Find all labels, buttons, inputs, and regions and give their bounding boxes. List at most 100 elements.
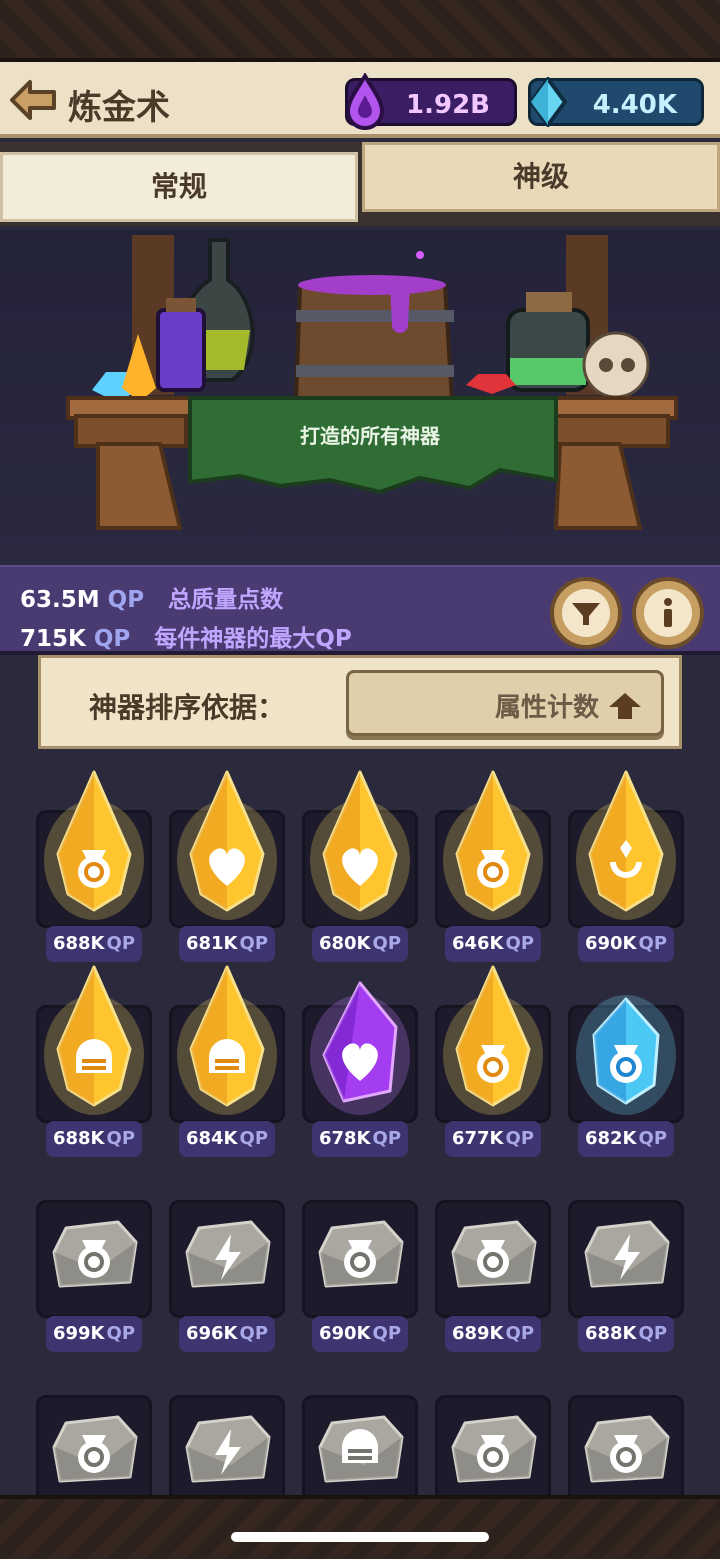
artifact-qp-badge: 699K QP: [46, 1316, 142, 1352]
artifact-item[interactable]: 690K QP: [568, 770, 684, 962]
artifact-qp-value: 677K: [451, 1128, 504, 1149]
artifact-qp-badge: 678K QP: [312, 1121, 408, 1157]
purple-currency-counter[interactable]: 1.92B: [345, 73, 517, 130]
max-qp-unit: QP: [93, 626, 131, 652]
artifact-item[interactable]: 678K QP: [302, 965, 418, 1157]
purple-artifact-gem-icon: [304, 965, 416, 1119]
tab-god[interactable]: 神级: [362, 142, 720, 212]
artifact-item[interactable]: 646K QP: [435, 770, 551, 962]
back-arrow-icon[interactable]: [8, 78, 58, 122]
stone-artifact-gem-icon: [304, 1160, 416, 1314]
artifact-qp-value: 699K: [52, 1323, 105, 1344]
artifact-qp-badge: 696K QP: [179, 1316, 275, 1352]
artifact-qp-unit: QP: [239, 1128, 269, 1149]
artifact-item[interactable]: [36, 1355, 152, 1495]
artifact-qp-badge: 682K QP: [578, 1121, 674, 1157]
filter-button[interactable]: [550, 577, 622, 649]
artifact-item[interactable]: [568, 1355, 684, 1495]
artifact-item[interactable]: 688K QP: [568, 1160, 684, 1352]
funnel-icon: [572, 603, 600, 625]
stone-artifact-gem-icon: [437, 1355, 549, 1495]
tab-common[interactable]: 常规: [0, 152, 358, 222]
stone-artifact-gem-icon: [437, 1160, 549, 1314]
page-title: 炼金术: [68, 88, 170, 128]
artifact-qp-badge: 690K QP: [578, 926, 674, 962]
artifact-item[interactable]: [302, 1355, 418, 1495]
gold-artifact-gem-icon: [38, 770, 150, 924]
artifact-qp-value: 696K: [185, 1323, 238, 1344]
artifact-qp-badge: 677K QP: [445, 1121, 541, 1157]
artifact-item[interactable]: 688K QP: [36, 770, 152, 962]
artifact-qp-unit: QP: [638, 933, 668, 954]
artifact-qp-value: 678K: [318, 1128, 371, 1149]
artifact-qp-unit: QP: [638, 1323, 668, 1344]
max-qp-value: 715K: [20, 626, 86, 652]
sort-dropdown-button[interactable]: 属性计数: [346, 670, 664, 736]
artifact-item[interactable]: 677K QP: [435, 965, 551, 1157]
artifact-qp-value: 688K: [52, 933, 105, 954]
stone-artifact-gem-icon: [570, 1355, 682, 1495]
tab-bar: 常规 神级: [0, 142, 720, 226]
artifact-item[interactable]: 689K QP: [435, 1160, 551, 1352]
gold-artifact-gem-icon: [304, 770, 416, 924]
stone-artifact-gem-icon: [38, 1355, 150, 1495]
artifact-item[interactable]: 680K QP: [302, 770, 418, 962]
info-icon: [664, 598, 672, 627]
stone-artifact-gem-icon: [570, 1160, 682, 1314]
stone-artifact-gem-icon: [38, 1160, 150, 1314]
artifact-qp-unit: QP: [106, 1128, 136, 1149]
stats-bar: 63.5M QP 总质量点数 715K QP 每件神器的最大QP: [0, 565, 720, 655]
gold-artifact-gem-icon: [570, 770, 682, 924]
artifact-item[interactable]: 696K QP: [169, 1160, 285, 1352]
gold-artifact-gem-icon: [437, 965, 549, 1119]
artifact-qp-unit: QP: [106, 1323, 136, 1344]
stone-artifact-gem-icon: [171, 1160, 283, 1314]
artifact-item[interactable]: 690K QP: [302, 1160, 418, 1352]
artifact-item[interactable]: 682K QP: [568, 965, 684, 1157]
blue-gem-icon: [529, 77, 567, 127]
artifact-item[interactable]: [435, 1355, 551, 1495]
info-button[interactable]: [632, 577, 704, 649]
artifact-qp-unit: QP: [372, 1128, 402, 1149]
home-indicator[interactable]: [231, 1532, 489, 1542]
artifact-qp-badge: 684K QP: [179, 1121, 275, 1157]
artifact-qp-unit: QP: [239, 1323, 269, 1344]
artifact-qp-value: 689K: [451, 1323, 504, 1344]
alchemy-table-illustration: [66, 235, 678, 530]
gold-artifact-gem-icon: [171, 770, 283, 924]
artifact-item[interactable]: 684K QP: [169, 965, 285, 1157]
artifact-qp-unit: QP: [372, 1323, 402, 1344]
scene-label: 打造的所有神器: [300, 424, 440, 448]
artifact-qp-value: 646K: [451, 933, 504, 954]
artifact-item[interactable]: 688K QP: [36, 965, 152, 1157]
artifact-qp-badge: 690K QP: [312, 1316, 408, 1352]
sort-value: 属性计数: [494, 693, 599, 723]
blue-currency-counter[interactable]: 4.40K: [528, 77, 704, 127]
artifact-qp-value: 690K: [584, 933, 637, 954]
purple-currency-value: 1.92B: [406, 90, 490, 120]
total-qp-row: 63.5M QP 总质量点数: [20, 580, 283, 614]
artifact-qp-unit: QP: [505, 1128, 535, 1149]
total-qp-value: 63.5M: [20, 587, 100, 613]
header: 炼金术 1.92B 4.40K: [0, 62, 720, 138]
artifact-qp-value: 680K: [318, 933, 371, 954]
sort-panel: 神器排序依据： 属性计数: [38, 655, 682, 749]
artifact-item[interactable]: [169, 1355, 285, 1495]
artifact-item[interactable]: 681K QP: [169, 770, 285, 962]
artifact-qp-badge: 689K QP: [445, 1316, 541, 1352]
max-qp-description: 每件神器的最大QP: [154, 626, 352, 652]
artifact-qp-badge: 646K QP: [445, 926, 541, 962]
artifact-qp-value: 688K: [584, 1323, 637, 1344]
artifact-qp-unit: QP: [106, 933, 136, 954]
artifact-qp-badge: 688K QP: [46, 1121, 142, 1157]
artifact-qp-value: 688K: [52, 1128, 105, 1149]
alchemy-scene: 打造的所有神器: [0, 230, 720, 565]
artifact-qp-badge: 681K QP: [179, 926, 275, 962]
artifact-item[interactable]: 699K QP: [36, 1160, 152, 1352]
purple-drop-icon: [345, 73, 385, 130]
artifact-qp-unit: QP: [505, 933, 535, 954]
artifact-qp-badge: 680K QP: [312, 926, 408, 962]
artifact-qp-unit: QP: [505, 1323, 535, 1344]
max-qp-row: 715K QP 每件神器的最大QP: [20, 619, 352, 653]
blue-artifact-gem-icon: [570, 965, 682, 1119]
